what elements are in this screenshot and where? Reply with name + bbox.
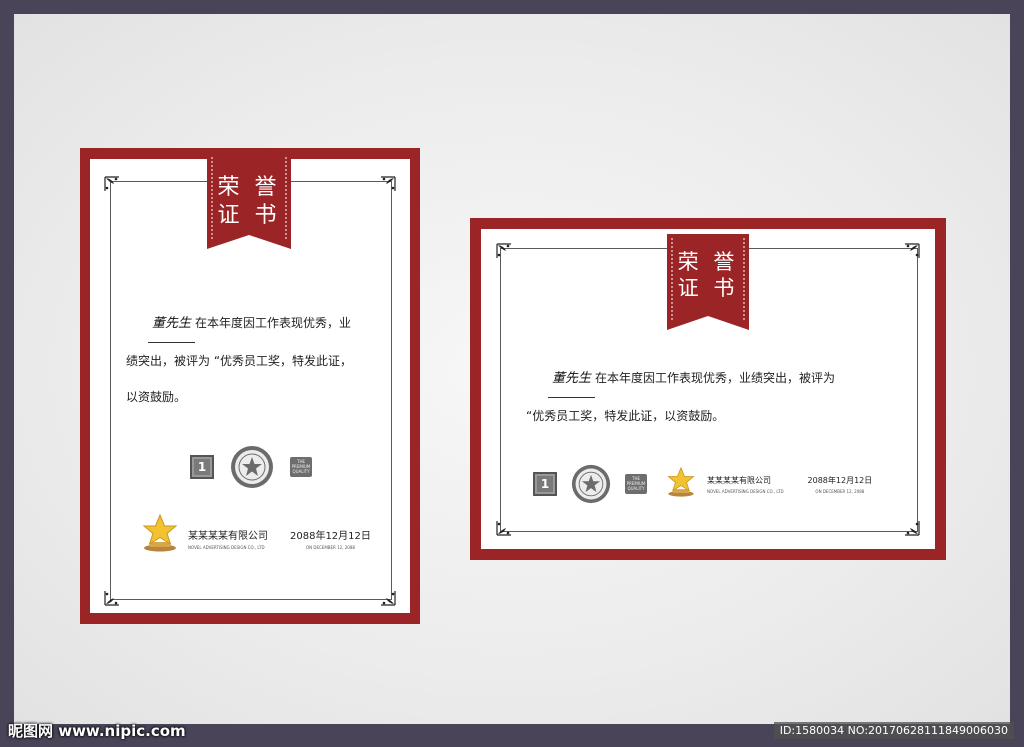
number-one-badge-icon: 1 [190, 455, 214, 479]
number-one-badge-icon: 1 [533, 472, 557, 496]
body-line-1: 在本年度因工作表现优秀，业 [195, 316, 352, 330]
company-name-en: NOVEL ADVERTISING DESIGN CO., LTD [707, 488, 784, 494]
corner-ornament-icon [904, 520, 920, 536]
body-line-2: 绩突出，被评为 “优秀员工奖，特发此证， [126, 354, 353, 368]
corner-ornament-icon [380, 176, 396, 192]
portrait-footer: 某某某某有限公司 NOVEL ADVERTISING DESIGN CO., L… [140, 513, 371, 556]
landscape-certificate: 荣 誉 证 书 董先生 在本年度因工作表现优秀，业绩突出，被评为 “优秀员工奖，特… [470, 218, 946, 560]
image-id-watermark: ID:1580034 NO:20170628111849006030 [773, 722, 1014, 739]
ribbon-title-line2: 证 书 [677, 276, 739, 300]
company-name: 某某某某有限公司 [188, 531, 268, 542]
ribbon-title-line1: 荣 誉 [217, 175, 281, 200]
company-name-en: NOVEL ADVERTISING DESIGN CO., LTD [188, 545, 265, 550]
portrait-body-text: 董先生 在本年度因工作表现优秀，业 绩突出，被评为 “优秀员工奖，特发此证， 以资… [126, 305, 386, 415]
site-watermark: 昵图网 www.nipic.com [8, 722, 186, 740]
recipient-name: 董先生 [548, 361, 596, 398]
company-name: 某某某某有限公司 [707, 475, 771, 485]
portrait-date: 2088年12月12日 ON DECEMBER 12, 2088 [290, 527, 371, 550]
recipient-name: 董先生 [148, 306, 196, 343]
issue-date: 2088年12月12日 [290, 531, 371, 542]
corner-ornament-icon [904, 243, 920, 259]
quality-badge-icon: THE PREMIUM QUALITY [290, 457, 312, 477]
canvas: 荣 誉 证 书 董先生 在本年度因工作表现优秀，业 绩突出，被评为 “优秀员工奖，… [14, 14, 1010, 724]
issue-date: 2088年12月12日 [807, 475, 873, 485]
ribbon-title-line2: 证 书 [217, 203, 281, 228]
star-seal-icon [571, 464, 611, 504]
body-line-2: “优秀员工奖，特发此证，以资鼓励。 [526, 409, 725, 423]
corner-ornament-icon [496, 520, 512, 536]
gold-star-trophy-icon [140, 513, 180, 556]
ribbon-title-line1: 荣 誉 [677, 250, 739, 274]
corner-ornament-icon [380, 590, 396, 606]
corner-ornament-icon [104, 590, 120, 606]
gold-star-trophy-icon [665, 466, 697, 501]
portrait-company: 某某某某有限公司 NOVEL ADVERTISING DESIGN CO., L… [188, 527, 268, 550]
landscape-body-text: 董先生 在本年度因工作表现优秀，业绩突出，被评为 “优秀员工奖，特发此证，以资鼓励… [526, 360, 906, 434]
corner-ornament-icon [104, 176, 120, 192]
issue-date-en: ON DECEMBER 12, 2088 [815, 488, 865, 494]
landscape-badges: 1 THE PREMIUM QUALITY 某某某某有限公司 NOVEL ADV… [533, 464, 872, 504]
landscape-company: 某某某某有限公司 NOVEL ADVERTISING DESIGN CO., L… [707, 475, 784, 494]
star-seal-icon [230, 445, 274, 489]
corner-ornament-icon [496, 243, 512, 259]
quality-badge-icon: THE PREMIUM QUALITY [625, 474, 647, 494]
issue-date-en: ON DECEMBER 12, 2088 [305, 545, 355, 550]
ribbon-banner-icon: 荣 誉 证 书 [667, 234, 749, 330]
portrait-certificate: 荣 誉 证 书 董先生 在本年度因工作表现优秀，业 绩突出，被评为 “优秀员工奖，… [80, 148, 420, 624]
ribbon-banner-icon: 荣 誉 证 书 [207, 153, 291, 249]
body-line-1: 在本年度因工作表现优秀，业绩突出，被评为 [595, 371, 836, 385]
body-line-3: 以资鼓励。 [126, 390, 187, 404]
landscape-date: 2088年12月12日 ON DECEMBER 12, 2088 [808, 475, 873, 494]
portrait-badges: 1 THE PREMIUM QUALITY [190, 445, 312, 489]
